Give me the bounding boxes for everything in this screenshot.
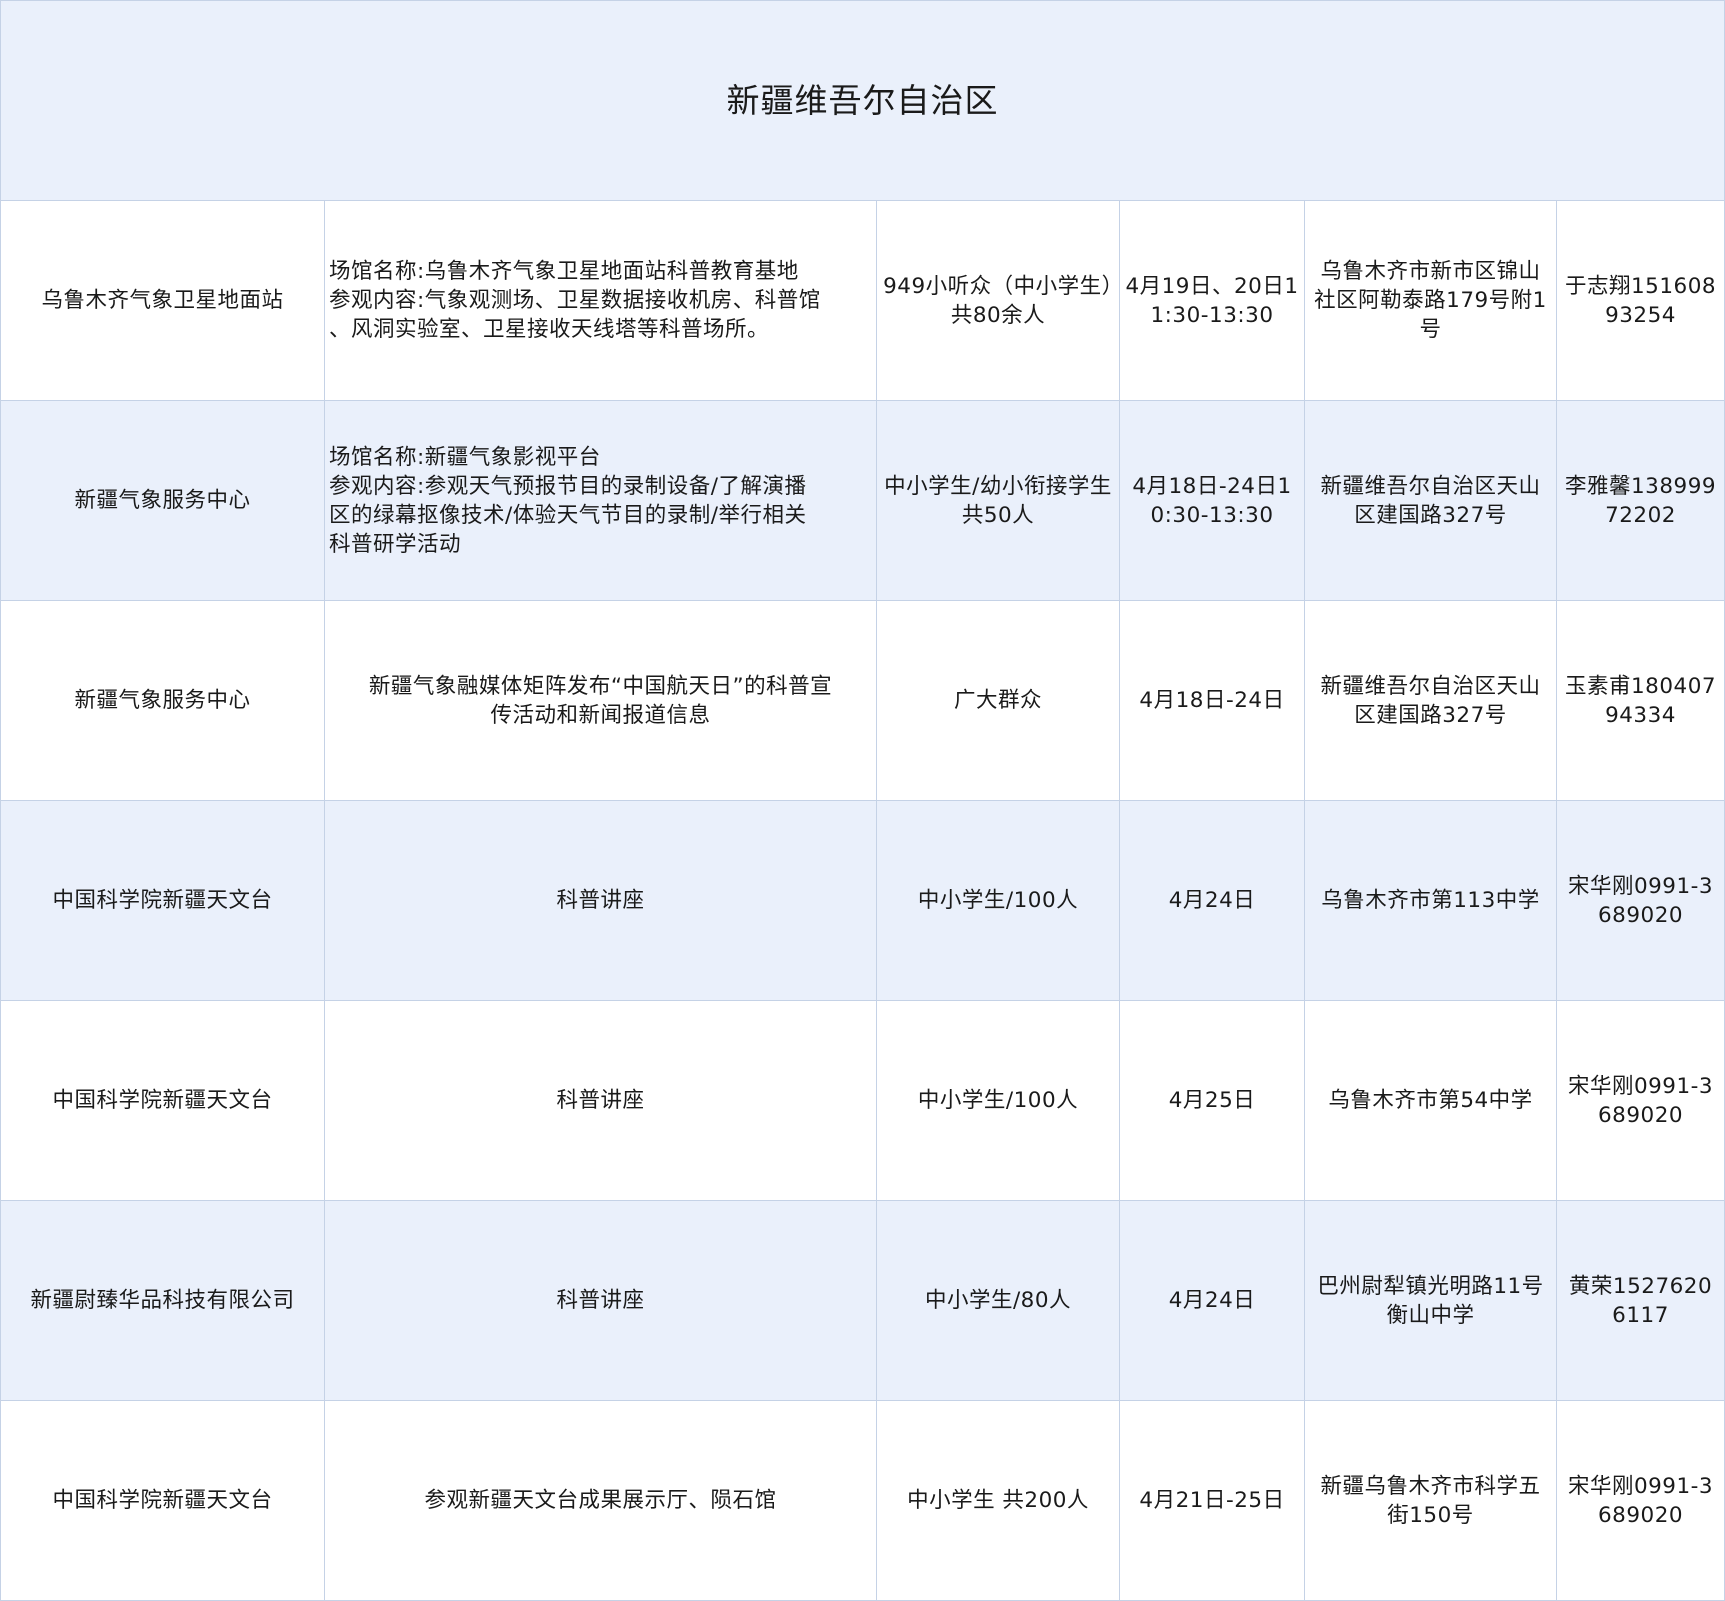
location-cell: 新疆维吾尔自治区天山区建国路327号	[1304, 600, 1557, 801]
content-cell: 科普讲座	[324, 800, 877, 1001]
location-cell: 乌鲁木齐市第54中学	[1304, 1000, 1557, 1201]
time-cell: 4月18日-24日	[1119, 600, 1305, 801]
organizer-cell: 新疆尉臻华品科技有限公司	[0, 1200, 325, 1401]
content-line: 科普讲座	[556, 1088, 645, 1113]
time-line: 4月19日、20日	[1125, 273, 1285, 299]
content-line: 参观新疆天文台成果展示厅、陨石馆	[424, 1488, 777, 1513]
table-row: 新疆尉臻华品科技有限公司 科普讲座 中小学生/80人 4月24日 巴州尉犁镇光明路11号…	[0, 1200, 1725, 1401]
content-line: 新疆气象融媒体矩阵发布“中国航天日”的科普宣	[368, 673, 833, 699]
content-line: 科普研学活动	[329, 531, 462, 557]
table-row: 新疆气象服务中心 新疆气象融媒体矩阵发布“中国航天日”的科普宣 传活动和新闻报道信息…	[0, 600, 1725, 801]
table-row: 中国科学院新疆天文台 科普讲座 中小学生/100人 4月25日 乌鲁木齐市第54中学 宋华…	[0, 1000, 1725, 1201]
time-line: 4月24日	[1168, 1288, 1256, 1313]
content-cell: 科普讲座	[324, 1200, 877, 1401]
organizer-cell: 新疆气象服务中心	[0, 600, 325, 801]
content-line: 科普讲座	[556, 1288, 645, 1313]
contact-cell: 宋华刚0991-3689020	[1555, 1000, 1725, 1201]
contact-name: 宋华刚	[1567, 1473, 1634, 1499]
time-line: 4月25日	[1168, 1088, 1256, 1113]
time-cell: 4月21日-25日	[1119, 1400, 1305, 1601]
content-cell: 参观新疆天文台成果展示厅、陨石馆	[324, 1400, 877, 1601]
location-cell: 新疆维吾尔自治区天山区建国路327号	[1304, 400, 1557, 601]
content-line: 场馆名称:乌鲁木齐气象卫星地面站科普教育基地	[329, 259, 799, 284]
content-line: 参观内容:气象观测场、卫星数据接收机房、科普馆	[329, 288, 821, 313]
organizer-cell: 新疆气象服务中心	[0, 400, 325, 601]
content-line: 、风洞实验室、卫星接收天线塔等科普场所。	[329, 317, 770, 342]
time-cell: 4月24日	[1119, 800, 1305, 1001]
time-cell: 4月24日	[1119, 1200, 1305, 1401]
contact-cell: 宋华刚0991-3689020	[1555, 1400, 1725, 1601]
audience-cell: 中小学生 共200人	[876, 1400, 1120, 1601]
region-title: 新疆维吾尔自治区	[0, 0, 1725, 201]
contact-cell: 玉素甫18040794334	[1555, 600, 1725, 801]
location-cell: 乌鲁木齐市第113中学	[1304, 800, 1557, 1001]
contact-name: 李雅馨	[1564, 473, 1631, 499]
content-line: 参观内容:参观天气预报节目的录制设备/了解演播	[329, 473, 807, 499]
table-body: 新疆维吾尔自治区 乌鲁木齐气象卫星地面站 场馆名称:乌鲁木齐气象卫星地面站科普教育…	[0, 0, 1725, 1601]
organizer-cell: 中国科学院新疆天文台	[0, 1400, 325, 1601]
content-cell: 场馆名称:乌鲁木齐气象卫星地面站科普教育基地 参观内容:气象观测场、卫星数据接收机…	[324, 200, 877, 401]
organizer-cell: 中国科学院新疆天文台	[0, 800, 325, 1001]
contact-cell: 宋华刚0991-3689020	[1555, 800, 1725, 1001]
organizer-cell: 乌鲁木齐气象卫星地面站	[0, 200, 325, 401]
time-line: 4月24日	[1168, 888, 1256, 913]
time-line: 4月18日-24日	[1139, 688, 1285, 713]
content-line: 场馆名称:新疆气象影视平台	[329, 444, 601, 470]
contact-phone: 15276206117	[1612, 1273, 1713, 1328]
audience-cell: 中小学生/80人	[876, 1200, 1120, 1401]
title-row: 新疆维吾尔自治区	[0, 0, 1725, 201]
location-cell: 乌鲁木齐市新市区锦山社区阿勒泰路179号附1号	[1304, 200, 1557, 401]
content-cell: 新疆气象融媒体矩阵发布“中国航天日”的科普宣 传活动和新闻报道信息	[324, 600, 877, 801]
contact-name: 宋华刚	[1567, 1073, 1634, 1099]
table-row: 中国科学院新疆天文台 科普讲座 中小学生/100人 4月24日 乌鲁木齐市第113中学宋…	[0, 800, 1725, 1001]
table-row: 中国科学院新疆天文台 参观新疆天文台成果展示厅、陨石馆 中小学生 共200人 4月21…	[0, 1400, 1725, 1601]
contact-cell: 于志翔15160893254	[1555, 200, 1725, 401]
location-cell: 巴州尉犁镇光明路11号衡山中学	[1304, 1200, 1557, 1401]
time-cell: 4月18日-24日10:30-13:30	[1119, 400, 1305, 601]
content-line: 传活动和新闻报道信息	[490, 702, 711, 728]
contact-name: 玉素甫	[1564, 673, 1631, 699]
contact-cell: 李雅馨13899972202	[1555, 400, 1725, 601]
time-cell: 4月19日、20日11:30-13:30	[1119, 200, 1305, 401]
contact-name: 宋华刚	[1567, 873, 1634, 899]
audience-cell: 广大群众	[876, 600, 1120, 801]
content-cell: 科普讲座	[324, 1000, 877, 1201]
time-cell: 4月25日	[1119, 1000, 1305, 1201]
audience-cell: 949小听众（中小学生）共80余人	[876, 200, 1120, 401]
table-row: 乌鲁木齐气象卫星地面站 场馆名称:乌鲁木齐气象卫星地面站科普教育基地 参观内容:气象…	[0, 200, 1725, 401]
contact-cell: 黄荣15276206117	[1555, 1200, 1725, 1401]
audience-cell: 中小学生/幼小衔接学生共50人	[876, 400, 1120, 601]
table-row: 新疆气象服务中心 场馆名称:新疆气象影视平台参观内容:参观天气预报节目的录制设备/…	[0, 400, 1725, 601]
organizer-cell: 中国科学院新疆天文台	[0, 1000, 325, 1201]
time-line: 4月21日-25日	[1139, 1488, 1285, 1513]
time-line: 4月18日-24日	[1132, 473, 1278, 499]
event-schedule-table: 新疆维吾尔自治区 乌鲁木齐气象卫星地面站 场馆名称:乌鲁木齐气象卫星地面站科普教育…	[0, 0, 1725, 1601]
contact-name: 黄荣	[1568, 1273, 1613, 1299]
audience-cell: 中小学生/100人	[876, 800, 1120, 1001]
content-line: 区的绿幕抠像技术/体验天气节目的录制/举行相关	[329, 502, 807, 528]
content-line: 科普讲座	[556, 888, 645, 913]
audience-cell: 中小学生/100人	[876, 1000, 1120, 1201]
content-cell: 场馆名称:新疆气象影视平台参观内容:参观天气预报节目的录制设备/了解演播 区的绿幕…	[324, 400, 877, 601]
contact-name: 于志翔	[1564, 273, 1631, 299]
location-cell: 新疆乌鲁木齐市科学五街150号	[1304, 1400, 1557, 1601]
